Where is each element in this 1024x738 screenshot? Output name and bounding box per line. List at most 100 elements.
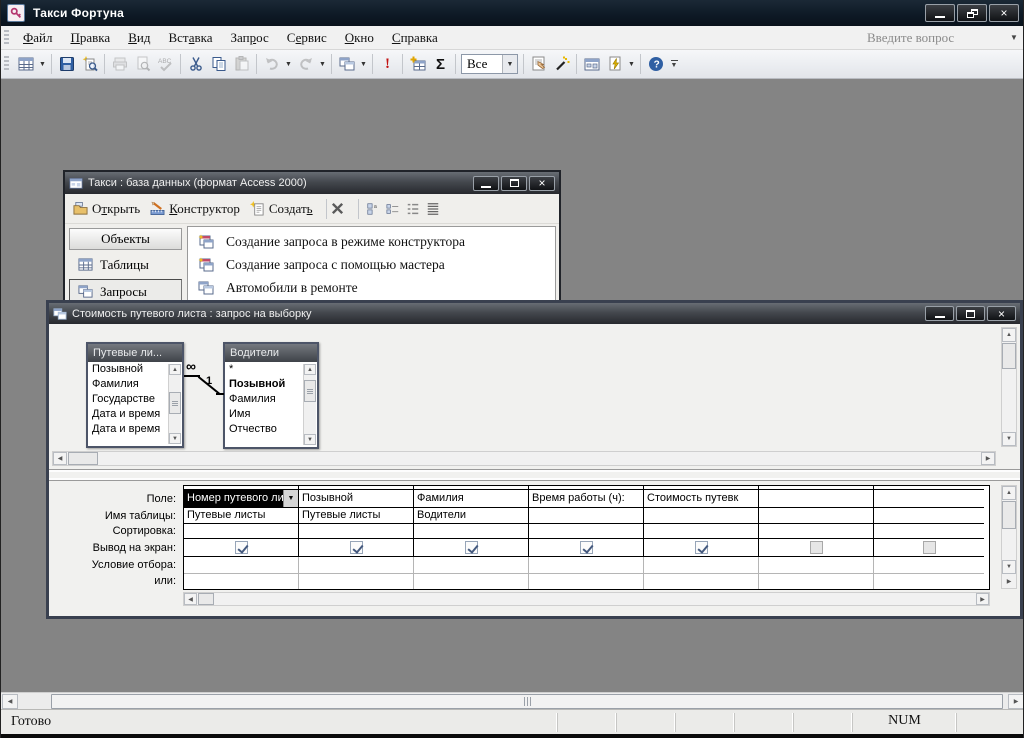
criteria-cell[interactable] <box>184 557 299 574</box>
show-cell[interactable] <box>874 539 984 557</box>
table-pane-horizontal-scrollbar[interactable]: ◀ ▶ <box>52 451 996 466</box>
criteria-cell[interactable] <box>644 557 759 574</box>
save-button[interactable] <box>55 53 78 75</box>
show-checkbox[interactable] <box>234 541 248 554</box>
or-cell[interactable] <box>414 574 529 589</box>
cut-button[interactable] <box>184 53 207 75</box>
criteria-cell[interactable] <box>874 557 984 574</box>
or-cell[interactable] <box>644 574 759 589</box>
query-minimize-button[interactable] <box>925 306 954 321</box>
sort-cell[interactable] <box>299 524 414 539</box>
design-button[interactable]: Конструктор <box>150 201 240 217</box>
top-values-dropdown-icon[interactable]: ▼ <box>502 55 517 73</box>
sort-cell[interactable] <box>874 524 984 539</box>
field-list-putevye-listy[interactable]: Путевые ли... Позывной Фамилия Государст… <box>86 342 184 448</box>
or-cell[interactable] <box>529 574 644 589</box>
menu-insert[interactable]: Вставка <box>159 28 221 48</box>
field-dropdown-icon[interactable]: ▼ <box>283 490 298 507</box>
large-icons-button[interactable]: a <box>366 202 380 216</box>
table-cell[interactable] <box>644 508 759 524</box>
properties-button[interactable] <box>527 53 550 75</box>
minimize-button[interactable] <box>925 4 955 22</box>
scroll-right-icon[interactable]: ▶ <box>981 452 995 465</box>
scroll-down-icon[interactable]: ▼ <box>1002 432 1016 446</box>
totals-button[interactable]: Σ <box>429 53 452 75</box>
scroll-down-icon[interactable]: ▼ <box>169 433 181 444</box>
criteria-cell[interactable] <box>299 557 414 574</box>
menu-file[interactable]: Файл <box>14 28 62 48</box>
show-checkbox[interactable] <box>349 541 363 554</box>
field-list-scrollbar[interactable]: ▲ ▼ <box>168 364 181 444</box>
sort-cell[interactable] <box>529 524 644 539</box>
scroll-right-icon[interactable]: ▶ <box>1002 575 1016 588</box>
new-object-button[interactable] <box>603 53 626 75</box>
query-maximize-button[interactable] <box>956 306 985 321</box>
new-object-dropdown-icon[interactable]: ▼ <box>626 61 637 68</box>
undo-button[interactable] <box>260 53 283 75</box>
details-view-button[interactable] <box>426 202 440 216</box>
sort-cell[interactable] <box>644 524 759 539</box>
build-button[interactable] <box>550 53 573 75</box>
ask-question-input[interactable]: Введите вопрос <box>867 30 1007 46</box>
show-cell[interactable] <box>529 539 644 557</box>
scroll-left-icon[interactable]: ◀ <box>184 593 197 605</box>
grid-horizontal-scrollbar[interactable]: ◀ ▶ <box>183 592 990 606</box>
copy-button[interactable] <box>207 53 230 75</box>
toolbar-drag-handle[interactable] <box>4 56 9 72</box>
db-close-button[interactable]: × <box>529 175 555 191</box>
show-cell[interactable] <box>299 539 414 557</box>
field-cell[interactable] <box>759 490 874 508</box>
file-search-button[interactable] <box>78 53 101 75</box>
query-type-button[interactable] <box>335 53 358 75</box>
toolbar-options-button[interactable]: ▼ <box>667 53 681 75</box>
scroll-right-icon[interactable]: ▶ <box>976 593 989 605</box>
scroll-left-icon[interactable]: ◀ <box>2 694 18 709</box>
print-preview-button[interactable] <box>131 53 154 75</box>
show-checkbox[interactable] <box>464 541 478 554</box>
top-values-combobox[interactable]: Все ▼ <box>461 54 518 74</box>
objects-header[interactable]: Объекты <box>69 228 182 250</box>
show-checkbox[interactable] <box>809 541 823 554</box>
spelling-button[interactable]: ABC <box>154 53 177 75</box>
db-maximize-button[interactable] <box>501 175 527 191</box>
or-cell[interactable] <box>874 574 984 589</box>
menu-query[interactable]: Запрос <box>222 28 278 48</box>
query-close-button[interactable]: × <box>987 306 1016 321</box>
scroll-down-icon[interactable]: ▼ <box>1002 560 1016 574</box>
table-cell[interactable] <box>759 508 874 524</box>
scroll-left-icon[interactable]: ◀ <box>53 452 67 465</box>
show-checkbox[interactable] <box>579 541 593 554</box>
delete-button[interactable] <box>330 201 345 216</box>
table-cell[interactable]: Путевые листы <box>299 508 414 524</box>
restore-button[interactable] <box>957 4 987 22</box>
table-pane-vertical-scrollbar[interactable]: ▲ ▼ <box>1001 327 1017 447</box>
redo-dropdown-icon[interactable]: ▼ <box>317 61 328 68</box>
paste-button[interactable] <box>230 53 253 75</box>
sort-cell[interactable] <box>184 524 299 539</box>
help-button[interactable]: ? <box>644 53 667 75</box>
table-cell[interactable] <box>874 508 984 524</box>
workspace-horizontal-scrollbar[interactable]: ◀ ▶ <box>1 692 1023 709</box>
menubar-drag-handle[interactable] <box>4 29 9 46</box>
list-view-button[interactable] <box>406 202 420 216</box>
or-cell[interactable] <box>299 574 414 589</box>
field-list-voditeli[interactable]: Водители * Позывной Фамилия Имя Отчество… <box>223 342 319 449</box>
scroll-right-icon[interactable]: ▶ <box>1008 694 1023 709</box>
list-item[interactable]: Создание запроса в режиме конструктора <box>188 230 555 253</box>
sort-cell[interactable] <box>759 524 874 539</box>
criteria-cell[interactable] <box>759 557 874 574</box>
scroll-up-icon[interactable]: ▲ <box>304 364 316 375</box>
grid-vertical-scrollbar[interactable]: ▲ ▼ ▶ <box>1001 485 1017 589</box>
field-cell[interactable]: Время работы (ч): <box>529 490 644 508</box>
table-cell[interactable]: Путевые листы <box>184 508 299 524</box>
scroll-up-icon[interactable]: ▲ <box>1002 328 1016 342</box>
sort-cell[interactable] <box>414 524 529 539</box>
redo-button[interactable] <box>294 53 317 75</box>
table-cell[interactable] <box>529 508 644 524</box>
print-button[interactable] <box>108 53 131 75</box>
table-cell[interactable]: Водители <box>414 508 529 524</box>
or-cell[interactable] <box>184 574 299 589</box>
show-table-button[interactable] <box>406 53 429 75</box>
create-button[interactable]: Создать <box>249 201 313 217</box>
menu-edit[interactable]: Правка <box>62 28 120 48</box>
